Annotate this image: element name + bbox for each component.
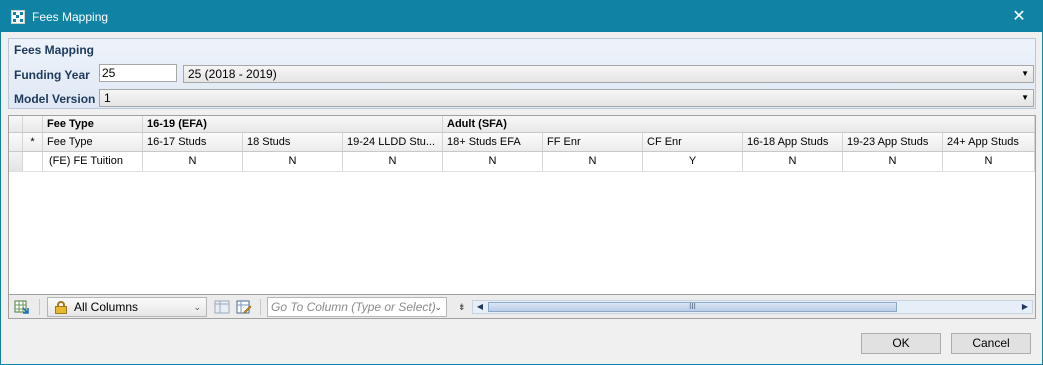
scroll-left-icon[interactable]: ◀ — [473, 301, 487, 313]
column-header-18-studs[interactable]: 18 Studs — [243, 133, 343, 151]
scroll-thumb[interactable]: III — [488, 302, 897, 312]
row-selector[interactable] — [9, 152, 23, 171]
column-chooser-value: All Columns — [74, 300, 139, 314]
lock-icon — [55, 301, 67, 314]
chevron-down-icon: ▼ — [1021, 93, 1029, 102]
ok-button[interactable]: OK — [861, 333, 941, 354]
chevron-down-icon: ▼ — [1021, 69, 1029, 78]
funding-year-input[interactable]: 25 — [99, 64, 177, 82]
chevron-down-icon: ⌄ — [434, 302, 442, 312]
title-bar: Fees Mapping ✕ — [1, 1, 1042, 32]
column-layout-icon[interactable] — [214, 299, 230, 315]
cell-fee-type[interactable]: (FE) FE Tuition — [43, 152, 143, 171]
band-header-row: Fee Type 16-19 (EFA) Adult (SFA) — [9, 116, 1035, 133]
cell-ff-enr[interactable]: N — [543, 152, 643, 171]
fees-grid: Fee Type 16-19 (EFA) Adult (SFA) * Fee T… — [8, 115, 1036, 295]
funding-year-label: Funding Year — [14, 68, 90, 82]
column-header-row: * Fee Type 16-17 Studs 18 Studs 19-24 LL… — [9, 133, 1035, 152]
export-grid-icon[interactable] — [14, 299, 30, 315]
panel-title: Fees Mapping — [14, 43, 95, 57]
cancel-button[interactable]: Cancel — [951, 333, 1031, 354]
cell-18-plus-studs-efa[interactable]: N — [443, 152, 543, 171]
model-version-selected: 1 — [104, 91, 111, 105]
column-header-19-23-app-studs[interactable]: 19-23 App Studs — [843, 133, 943, 151]
column-header-18-plus-studs-efa[interactable]: 18+ Studs EFA — [443, 133, 543, 151]
funding-year-select[interactable]: 25 (2018 - 2019) ▼ — [183, 65, 1034, 83]
cell-16-18-app-studs[interactable]: N — [743, 152, 843, 171]
goto-column-combobox[interactable]: Go To Column (Type or Select) ⌄ — [267, 297, 447, 317]
column-header-24-plus-app-studs[interactable]: 24+ App Studs — [943, 133, 1035, 151]
model-version-label: Model Version — [14, 92, 96, 106]
filter-row-marker: * — [23, 133, 43, 151]
app-icon — [11, 10, 25, 24]
funding-year-selected: 25 (2018 - 2019) — [188, 67, 277, 81]
column-header-cf-enr[interactable]: CF Enr — [643, 133, 743, 151]
model-version-select[interactable]: 1 ▼ — [99, 89, 1034, 107]
edit-columns-icon[interactable] — [236, 299, 252, 315]
cell-19-23-app-studs[interactable]: N — [843, 152, 943, 171]
fees-mapping-panel: Fees Mapping Funding Year 25 25 (2018 - … — [8, 38, 1036, 109]
splitter-grip-icon[interactable]: ⇟ — [458, 302, 466, 313]
cell-18-studs[interactable]: N — [243, 152, 343, 171]
column-header-fee-type[interactable]: Fee Type — [43, 133, 143, 151]
window-title: Fees Mapping — [32, 10, 109, 24]
column-header-19-24-lldd-studs[interactable]: 19-24 LLDD Stu... — [343, 133, 443, 151]
close-icon[interactable]: ✕ — [996, 1, 1042, 32]
cell-cf-enr[interactable]: Y — [643, 152, 743, 171]
band-adult-sfa[interactable]: Adult (SFA) — [443, 116, 1035, 132]
goto-column-placeholder: Go To Column (Type or Select) — [271, 300, 436, 314]
cell-16-17-studs[interactable]: N — [143, 152, 243, 171]
band-16-19-efa[interactable]: 16-19 (EFA) — [143, 116, 443, 132]
column-chooser-select[interactable]: All Columns ⌄ — [47, 297, 207, 317]
cell-24-plus-app-studs[interactable]: N — [943, 152, 1035, 171]
horizontal-scrollbar[interactable]: ◀ III ▶ — [472, 300, 1033, 314]
band-fee-type[interactable]: Fee Type — [43, 116, 143, 132]
column-header-ff-enr[interactable]: FF Enr — [543, 133, 643, 151]
fees-mapping-dialog: Fees Mapping ✕ Fees Mapping Funding Year… — [0, 0, 1043, 365]
cell-19-24-lldd-studs[interactable]: N — [343, 152, 443, 171]
column-header-16-17-studs[interactable]: 16-17 Studs — [143, 133, 243, 151]
column-header-16-18-app-studs[interactable]: 16-18 App Studs — [743, 133, 843, 151]
chevron-down-icon: ⌄ — [193, 302, 201, 312]
scroll-right-icon[interactable]: ▶ — [1018, 301, 1032, 313]
table-row[interactable]: (FE) FE Tuition N N N N N Y N N N — [9, 152, 1035, 172]
grid-footer-toolbar: All Columns ⌄ Go To Column (Type or Sele… — [8, 295, 1036, 319]
